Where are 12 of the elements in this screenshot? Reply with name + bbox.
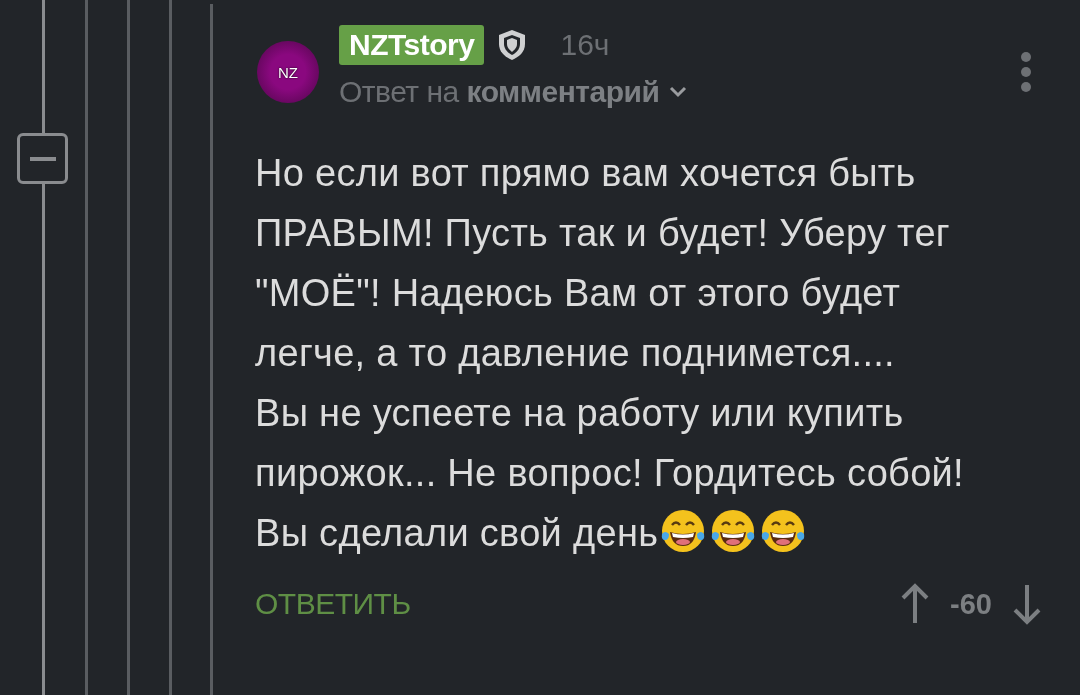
downvote-arrow-icon[interactable] [1012, 583, 1042, 625]
more-options-icon[interactable] [1020, 52, 1032, 92]
rating: -60 [950, 587, 992, 621]
upvote-arrow-icon[interactable] [900, 583, 931, 625]
collapse-button[interactable] [17, 133, 68, 184]
reply-to-link[interactable]: Ответ на комментарий [339, 75, 1080, 109]
timestamp: 16ч [560, 28, 610, 62]
comment-text: Но если вот прямо вам хочется быть ПРАВЫМ! Пусть так и будет! Уберу тег "МОЁ"! Надеюсь Вам от этого будет легче, а то давление поднимется.... Вы не успеете на работу или купить пирожок... Не вопрос! Гордитесь собой! Вы сделали свой день [255, 151, 965, 556]
avatar[interactable]: NZ [257, 41, 319, 103]
chevron-down-icon [669, 86, 688, 98]
author-name[interactable]: NZTstory [339, 25, 485, 65]
reply-button[interactable]: ОТВЕТИТЬ [255, 587, 411, 621]
